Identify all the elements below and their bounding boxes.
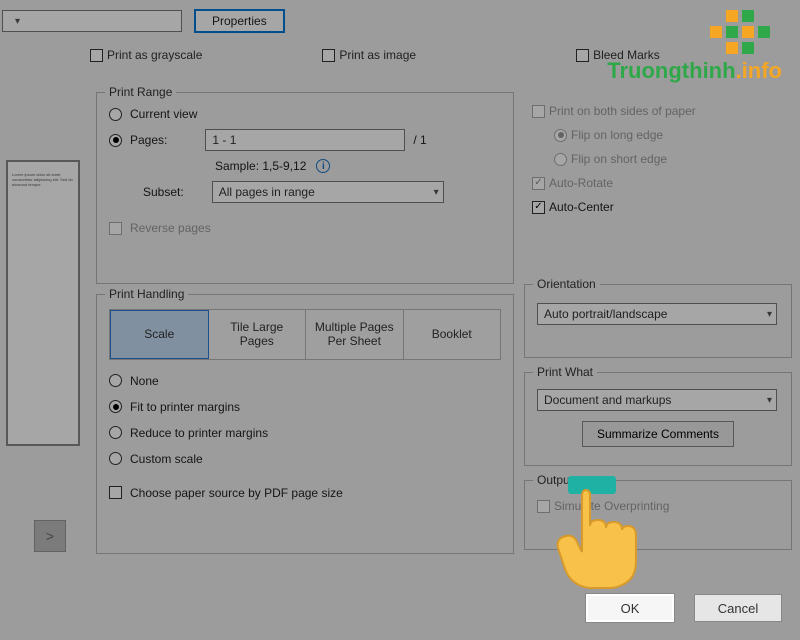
auto-rotate-checkbox: Auto-Rotate [532,176,780,190]
print-as-image-label: Print as image [339,48,416,62]
reverse-pages-label: Reverse pages [130,221,211,235]
bleed-marks-label: Bleed Marks [593,48,660,62]
print-handling-group: Print Handling Scale Tile Large Pages Mu… [96,294,514,554]
printer-select[interactable]: ▾ [2,10,182,32]
pointer-hand-icon [540,476,650,596]
bleed-marks-checkbox[interactable]: Bleed Marks [576,48,660,62]
print-what-select[interactable]: Document and markups ▾ [537,389,777,411]
print-range-group: Print Range Current view Pages: 1 - 1 / … [96,92,514,284]
subset-value: All pages in range [219,185,315,199]
print-what-legend: Print What [533,365,597,379]
pages-total: / 1 [413,133,426,147]
tab-multiple[interactable]: Multiple Pages Per Sheet [306,310,404,359]
paper-source-checkbox[interactable] [109,486,122,499]
chevron-down-icon: ▾ [767,309,772,320]
handling-tabs: Scale Tile Large Pages Multiple Pages Pe… [109,309,501,360]
scale-fit-label: Fit to printer margins [130,400,240,414]
info-icon: i [316,159,330,173]
flip-long-radio: Flip on long edge [554,128,780,142]
flip-long-label: Flip on long edge [571,128,663,142]
tab-tile[interactable]: Tile Large Pages [209,310,307,359]
orientation-value: Auto portrait/landscape [544,307,667,321]
both-sides-label: Print on both sides of paper [549,104,696,118]
page-preview: Lorem ipsum dolor sit amet, consectetur … [6,160,80,446]
scale-custom-radio[interactable] [109,452,122,465]
pages-label: Pages: [130,133,167,147]
chevron-down-icon: ▾ [434,187,439,198]
flip-short-label: Flip on short edge [571,152,667,166]
print-as-image-checkbox[interactable]: Print as image [322,48,416,62]
properties-button[interactable]: Properties [194,9,285,33]
orientation-legend: Orientation [533,277,600,291]
print-range-legend: Print Range [105,85,176,99]
cancel-button[interactable]: Cancel [694,594,782,622]
reverse-pages-checkbox [109,222,122,235]
pages-input[interactable]: 1 - 1 [205,129,405,151]
print-grayscale-checkbox[interactable]: Print as grayscale [90,48,202,62]
chevron-down-icon: ▾ [767,395,772,406]
sample-label: Sample: 1,5-9,12 [215,159,306,173]
print-grayscale-label: Print as grayscale [107,48,202,62]
chevron-down-icon: ▾ [15,16,20,27]
print-handling-legend: Print Handling [105,287,188,301]
tab-scale[interactable]: Scale [110,310,209,359]
scale-reduce-label: Reduce to printer margins [130,426,268,440]
current-view-radio[interactable] [109,108,122,121]
auto-center-label: Auto-Center [549,200,614,214]
paper-source-label: Choose paper source by PDF page size [130,486,343,500]
scale-fit-radio[interactable] [109,400,122,413]
ok-button[interactable]: OK [586,594,674,622]
print-what-group: Print What Document and markups ▾ Summar… [524,372,792,466]
tab-booklet[interactable]: Booklet [404,310,501,359]
orientation-group: Orientation Auto portrait/landscape ▾ [524,284,792,358]
auto-rotate-label: Auto-Rotate [549,176,613,190]
both-sides-checkbox: Print on both sides of paper [532,104,780,118]
pages-radio[interactable] [109,134,122,147]
print-what-value: Document and markups [544,393,671,407]
subset-label: Subset: [143,185,184,199]
auto-center-checkbox[interactable]: Auto-Center [532,200,780,214]
scale-custom-label: Custom scale [130,452,203,466]
scale-none-radio[interactable] [109,374,122,387]
orientation-select[interactable]: Auto portrait/landscape ▾ [537,303,777,325]
summarize-comments-button[interactable]: Summarize Comments [582,421,734,447]
flip-short-radio: Flip on short edge [554,152,780,166]
scale-reduce-radio[interactable] [109,426,122,439]
subset-select[interactable]: All pages in range ▾ [212,181,444,203]
scale-none-label: None [130,374,159,388]
preview-next-button[interactable]: > [34,520,66,552]
current-view-label: Current view [130,107,197,121]
